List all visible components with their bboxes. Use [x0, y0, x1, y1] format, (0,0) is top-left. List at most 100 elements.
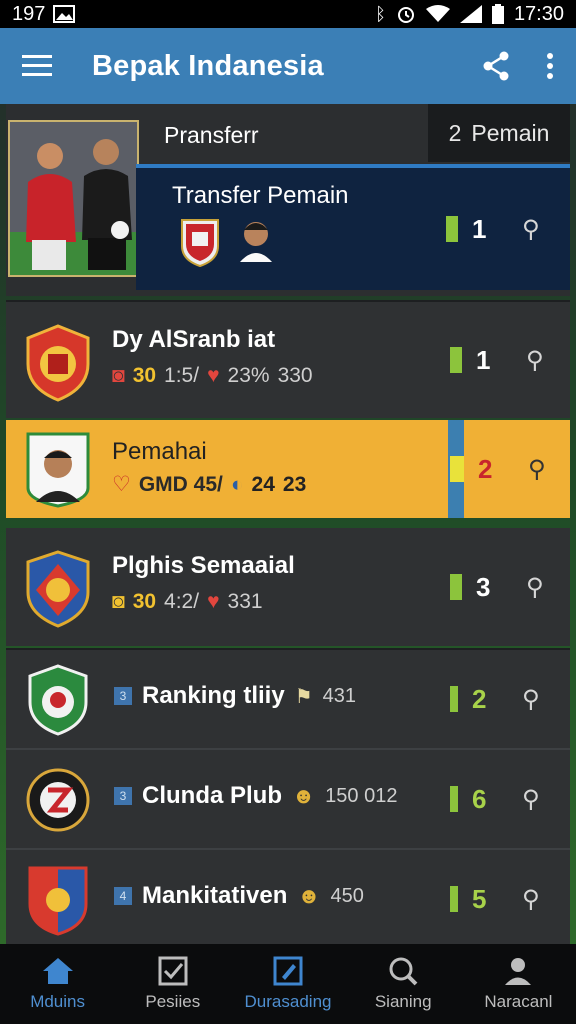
club-name: Clunda Plub [142, 782, 282, 809]
rank-indicator [446, 216, 458, 242]
club-crest-icon [26, 768, 90, 832]
wifi-icon [425, 5, 450, 22]
club-crest-icon [26, 324, 90, 402]
compact-club-row[interactable]: 3 Ranking tliiy ⚑ 431 2 ⚲ [6, 648, 570, 748]
list-chip: 3 [114, 787, 132, 805]
emoji-icon: ☻ [292, 783, 316, 808]
stat-b: 23% [227, 364, 270, 387]
home-icon [42, 958, 73, 984]
club-name: Pemahai [112, 438, 207, 465]
club-crest-icon [181, 219, 219, 268]
players-photo [8, 120, 139, 277]
nav-positions[interactable]: Pesiies [115, 944, 230, 1024]
stat-b: 331 [227, 590, 263, 613]
rank-area: 2 ⚲ [450, 650, 570, 748]
rank-area: 2 ⚲ [450, 420, 570, 518]
player-count-tab[interactable]: 2 Pemain [428, 104, 570, 162]
club-meta: 431 [322, 684, 356, 707]
rank-number: 1 [472, 213, 487, 244]
stat-a: 24 [251, 472, 275, 496]
nav-edit[interactable]: Durasading [230, 944, 345, 1024]
checkbox-icon [158, 956, 188, 986]
rank-indicator [450, 456, 464, 482]
pin-icon[interactable]: ⚲ [522, 215, 540, 244]
rank-number: 2 [478, 453, 493, 484]
club-stats: ◙ 30 4:2/ ♥ 331 [112, 590, 263, 614]
share-icon[interactable] [482, 51, 510, 81]
player-count-label: Pemain [471, 119, 550, 146]
image-icon [53, 5, 76, 23]
rank-indicator [450, 786, 458, 812]
pin-icon[interactable]: ⚲ [528, 455, 546, 484]
club-stats: ♡ GMD 45/ ◐ 24 23 [112, 472, 306, 497]
rank-number: 3 [476, 571, 491, 602]
player-portrait-icon [26, 432, 90, 508]
menu-icon[interactable] [22, 55, 52, 77]
compact-club-row[interactable]: 4 Mankitativen ☻ 450 5 ⚲ [6, 848, 570, 948]
featured-transfer-row[interactable]: Pransferr 2 Pemain Transfer Pemain 1 ⚲ [6, 104, 570, 296]
rank-indicator [450, 574, 462, 600]
nav-label: Durasading [244, 992, 332, 1011]
player-count-number: 2 [448, 119, 462, 146]
rank-area: 3 ⚲ [450, 528, 570, 646]
signal-icon [459, 5, 482, 23]
status-time: 17:30 [513, 2, 564, 25]
pin-icon[interactable]: ⚲ [522, 885, 540, 914]
club-row[interactable]: Dy AlSranb iat ◙ 30 1:5/ ♥ 23% 330 1 ⚲ [6, 300, 570, 418]
stat-a: 1:5/ [164, 364, 200, 387]
globe-icon: ◐ [230, 472, 244, 496]
heart-icon: ♥ [207, 590, 220, 613]
bottom-navigation: Mduins Pesiies Durasading Sianing Naraca… [0, 944, 576, 1024]
club-row-highlighted[interactable]: Pemahai ♡ GMD 45/ ◐ 24 23 2 ⚲ [6, 420, 570, 518]
list-chip: 3 [114, 687, 132, 705]
person-icon [505, 958, 532, 985]
pin-icon[interactable]: ⚲ [526, 573, 544, 602]
status-left-text: 197 [12, 2, 46, 25]
compact-club-row[interactable]: 3 Clunda Plub ☻ 150 012 6 ⚲ [6, 748, 570, 848]
pin-icon[interactable]: ⚲ [522, 785, 540, 814]
edit-icon [273, 956, 303, 986]
stat-c: 330 [277, 364, 313, 387]
featured-rank: 1 ⚲ [446, 168, 570, 290]
rank-indicator [450, 886, 458, 912]
emoji-icon: ☻ [297, 883, 321, 908]
stat-main: 30 [132, 590, 157, 613]
stat-a: 4:2/ [164, 590, 200, 613]
stat-main: GMD 45/ [138, 472, 223, 496]
rank-area: 5 ⚲ [450, 850, 570, 948]
featured-tag: Pransferr [164, 122, 259, 148]
app-title: Bepak Indanesia [92, 49, 324, 82]
nav-label: Sianing [374, 992, 432, 1011]
club-crest-icon [28, 866, 88, 936]
nav-home[interactable]: Mduins [0, 944, 115, 1024]
pin-icon[interactable]: ⚲ [522, 685, 540, 714]
nav-label: Pesiies [145, 992, 201, 1011]
nav-profile[interactable]: Naracanl [461, 944, 576, 1024]
club-stats: ◙ 30 1:5/ ♥ 23% 330 [112, 364, 313, 388]
rank-indicator [450, 347, 462, 373]
stat-b: 23 [282, 472, 307, 496]
nav-label: Naracanl [484, 992, 553, 1011]
search-icon [389, 957, 418, 986]
flag-icon: ⚑ [294, 685, 313, 708]
rank-number: 5 [472, 883, 487, 914]
rank-number: 6 [472, 783, 487, 814]
club-meta: 150 012 [325, 784, 398, 807]
rank-area: 6 ⚲ [450, 750, 570, 848]
club-crest-icon [28, 664, 88, 736]
transfer-card-title: Transfer Pemain [172, 182, 349, 209]
pin-icon[interactable]: ⚲ [526, 346, 544, 375]
heart-icon: ♡ [112, 473, 131, 496]
club-meta: 450 [330, 884, 364, 907]
app-bar: Bepak Indanesia [0, 28, 576, 104]
nav-search[interactable]: Sianing [346, 944, 461, 1024]
more-vert-icon[interactable] [546, 53, 554, 79]
club-crest-icon [26, 550, 90, 628]
club-row[interactable]: Plghis Semaaial ◙ 30 4:2/ ♥ 331 3 ⚲ [6, 528, 570, 646]
battery-icon [491, 4, 504, 24]
list-chip: 4 [114, 887, 132, 905]
nav-label: Mduins [30, 992, 85, 1011]
transfer-card[interactable]: Transfer Pemain 1 ⚲ [136, 164, 570, 290]
stat-main: 30 [132, 364, 157, 387]
club-name: Plghis Semaaial [112, 552, 295, 579]
